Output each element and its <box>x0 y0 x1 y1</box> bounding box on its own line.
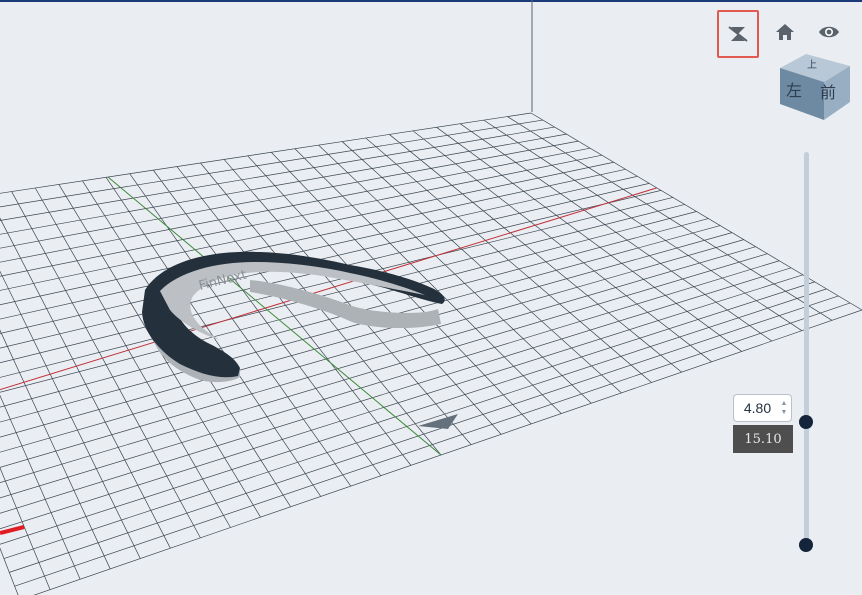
grid-line <box>0 126 555 221</box>
grid-line <box>412 130 712 363</box>
grid-line <box>0 270 141 559</box>
layer-height-label: 15.10 <box>733 425 793 453</box>
layer-slider-upper-handle[interactable] <box>799 415 813 429</box>
build-plate-grid <box>0 112 862 595</box>
grid-line <box>0 112 532 194</box>
home-icon <box>776 24 794 40</box>
layer-value-input[interactable]: 4.80 ▲ ▼ <box>733 394 792 422</box>
grid-line <box>436 127 742 352</box>
home-view-button[interactable] <box>767 14 803 50</box>
grid-line <box>9 295 839 573</box>
dental-model[interactable]: FinNext <box>142 251 445 383</box>
grid-line <box>14 302 851 587</box>
visibility-button[interactable] <box>811 14 847 50</box>
layer-slider-lower-handle[interactable] <box>799 538 813 552</box>
grid-line <box>0 204 685 378</box>
grid-line <box>0 547 19 595</box>
grid-line <box>0 253 768 483</box>
3d-viewport[interactable]: FinNext <box>0 0 862 595</box>
grid-line <box>0 260 780 499</box>
grid-line <box>0 154 602 277</box>
layer-slider-track[interactable] <box>804 152 809 548</box>
grid-line <box>0 394 81 580</box>
spin-up-icon[interactable]: ▲ <box>781 399 788 408</box>
grid-line <box>0 267 792 514</box>
view-cube[interactable]: 上 左 前 <box>778 50 852 122</box>
view-cube-left-label: 左 <box>786 81 802 100</box>
view-cube-front-label: 前 <box>820 83 836 102</box>
layer-view-button[interactable] <box>717 10 759 58</box>
grid-line <box>483 119 803 332</box>
spin-down-icon[interactable]: ▼ <box>781 408 788 417</box>
grid-line <box>365 137 652 383</box>
grid-line <box>459 123 772 342</box>
layer-value-spinner[interactable]: ▲ ▼ <box>777 399 791 417</box>
grid-line <box>0 140 579 249</box>
layer-value-text: 4.80 <box>743 400 772 416</box>
layer-view-icon <box>728 26 748 42</box>
grid-line <box>0 232 733 438</box>
grid-line <box>294 148 562 414</box>
view-cube-top-label: 上 <box>807 59 817 71</box>
grid-line <box>0 217 171 549</box>
grid-line <box>0 133 567 235</box>
grid-line <box>3 288 827 559</box>
grid-line <box>0 225 721 423</box>
visibility-eye-icon <box>819 26 839 38</box>
grid-line <box>0 119 543 208</box>
